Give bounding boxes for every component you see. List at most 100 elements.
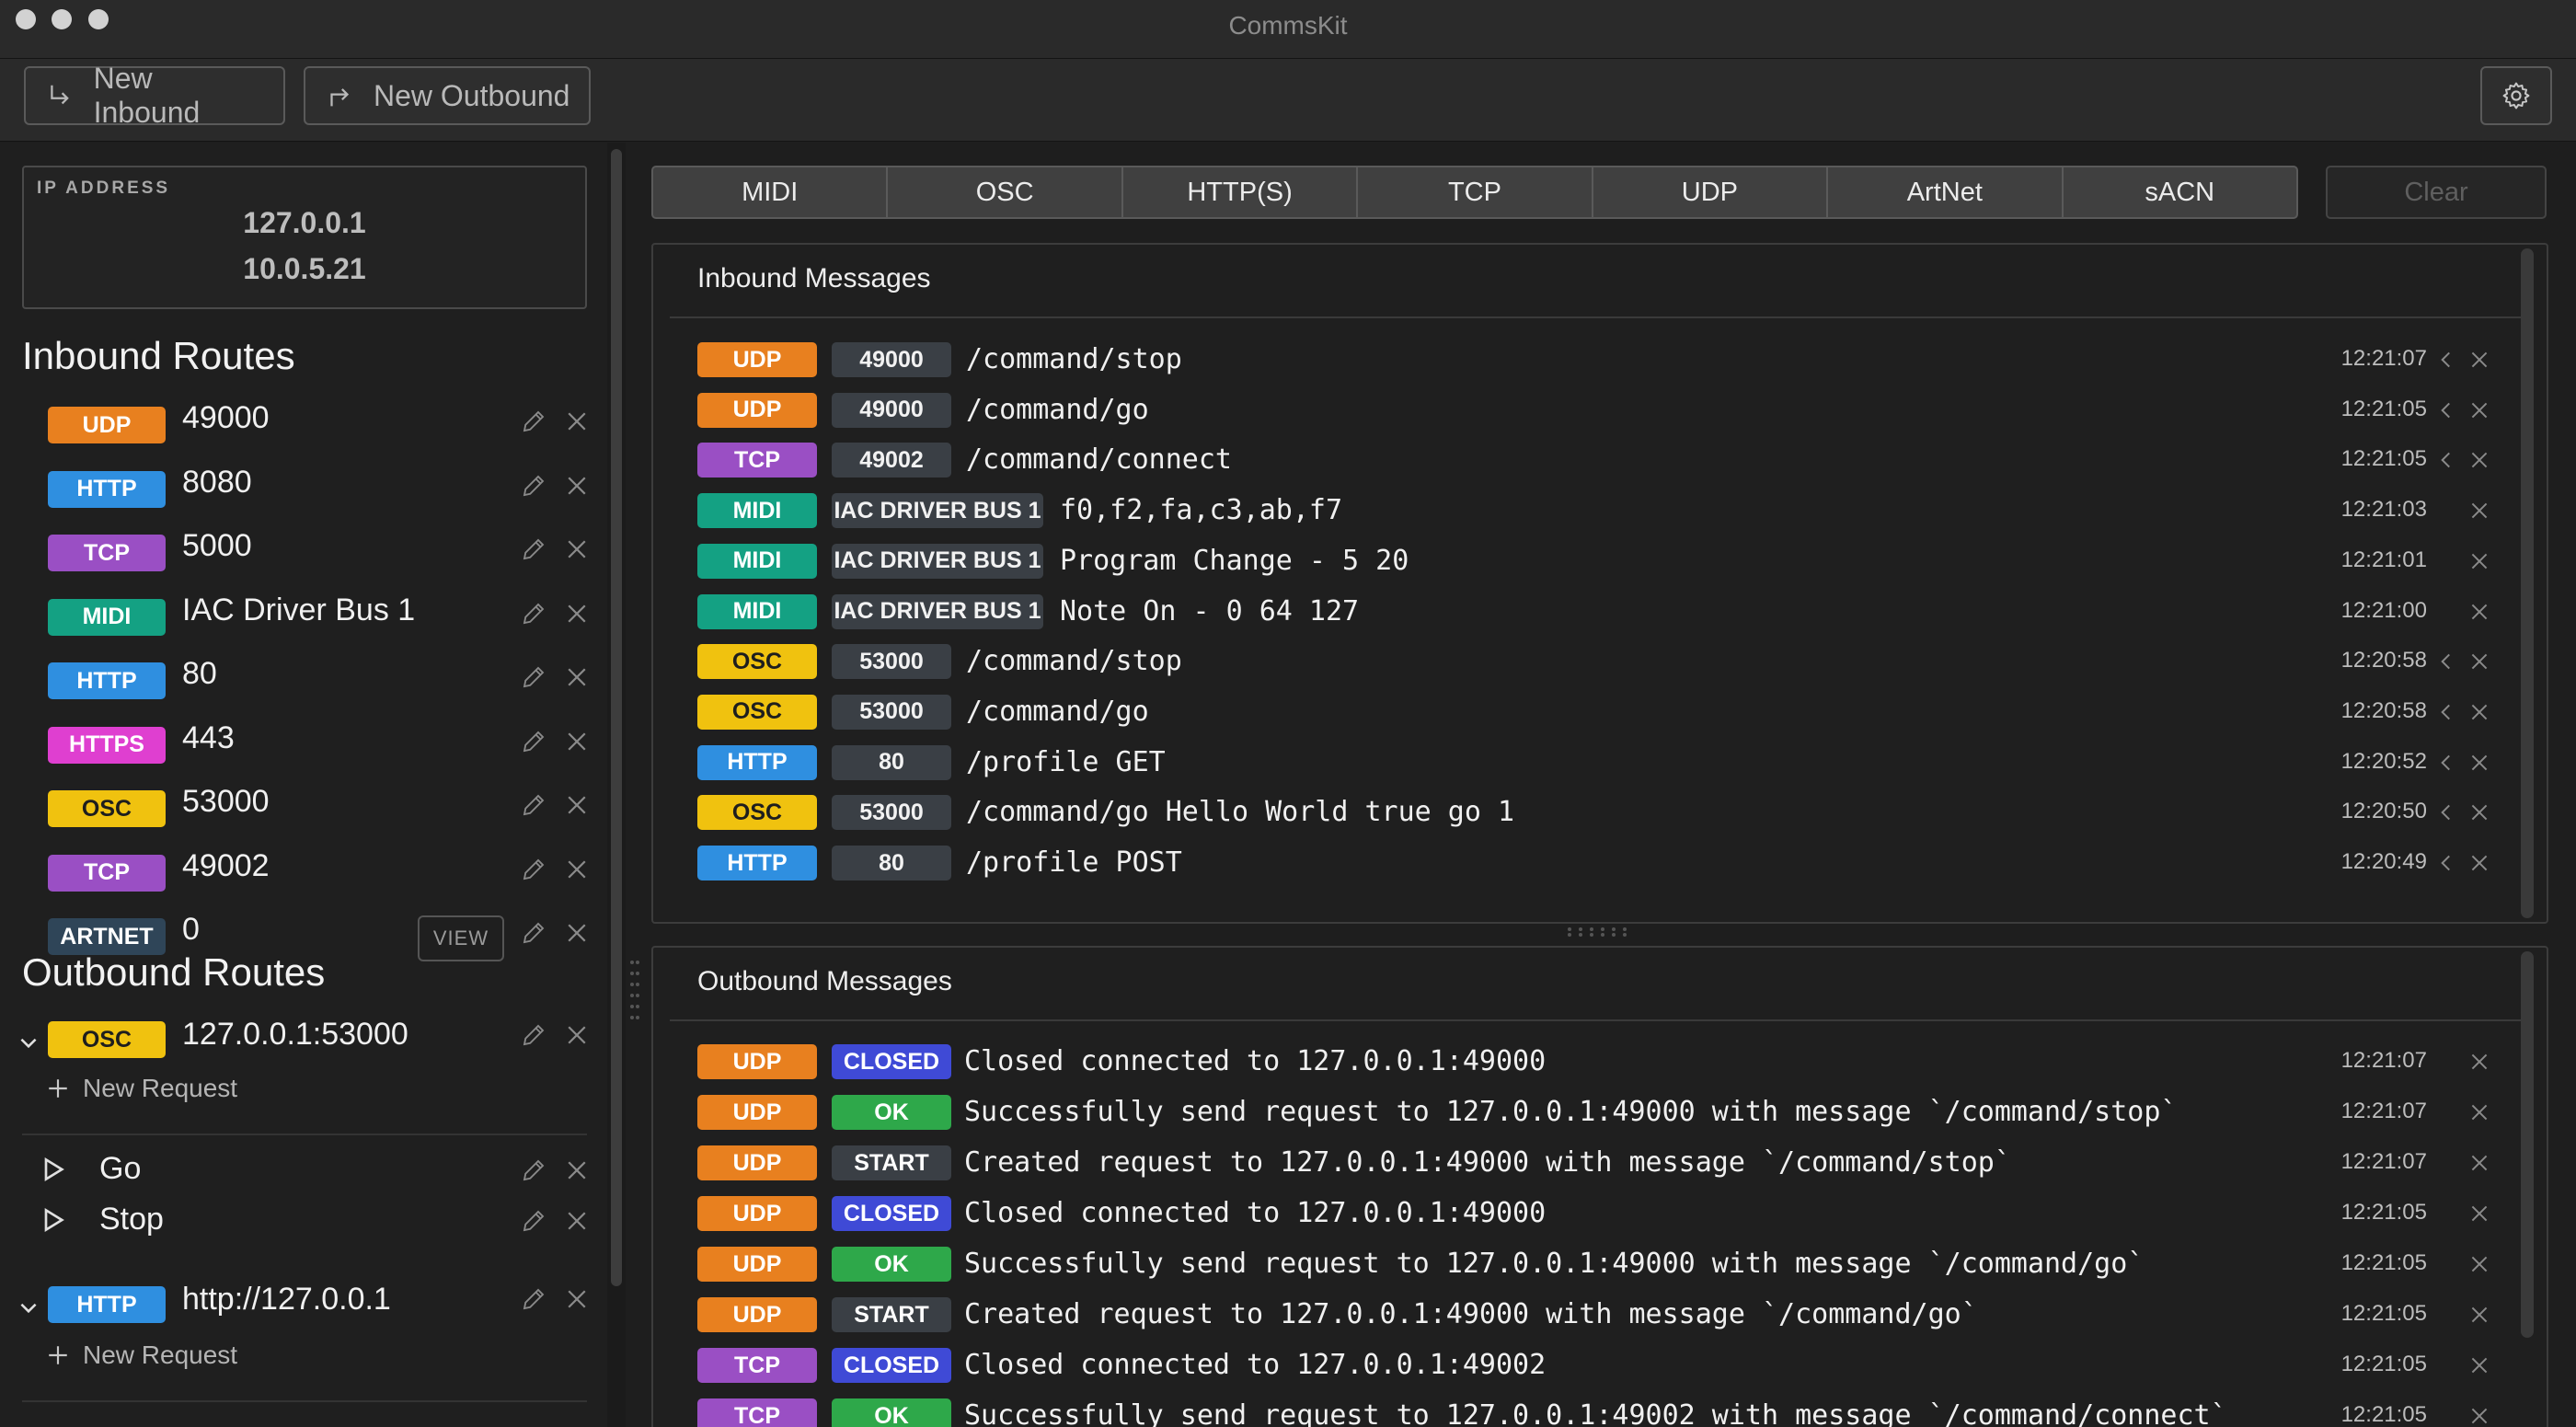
close-icon[interactable] xyxy=(2467,549,2491,573)
close-icon[interactable] xyxy=(2467,348,2491,372)
reply-icon[interactable] xyxy=(2434,800,2458,824)
close-icon[interactable] xyxy=(2467,448,2491,472)
close-icon[interactable] xyxy=(2467,499,2491,523)
list-item[interactable]: UDP CLOSED Closed connected to 127.0.0.1:4… xyxy=(653,1037,2547,1088)
list-item[interactable]: TCP OK Successfully send request to 127.0.… xyxy=(653,1391,2547,1427)
close-icon[interactable] xyxy=(563,919,591,947)
tab-midi[interactable]: MIDI xyxy=(653,167,887,217)
clear-button[interactable]: Clear xyxy=(2326,166,2547,219)
tab-sacn[interactable]: sACN xyxy=(2063,167,2296,217)
tab-tcp[interactable]: TCP xyxy=(1358,167,1592,217)
list-item[interactable]: UDP 49000/command/go 12:21:05 xyxy=(653,386,2547,436)
reply-icon[interactable] xyxy=(2434,700,2458,724)
reply-icon[interactable] xyxy=(2434,751,2458,775)
sidebar-resize-handle[interactable] xyxy=(629,957,640,1030)
edit-icon[interactable] xyxy=(520,1207,547,1235)
close-icon[interactable] xyxy=(563,600,591,627)
close-icon[interactable] xyxy=(2467,1252,2491,1276)
list-item[interactable]: UDP OK Successfully send request to 127.0.… xyxy=(653,1088,2547,1138)
list-item[interactable]: MIDI IAC DRIVER BUS 1 Program Change - 5 2… xyxy=(653,536,2547,587)
source-badge: IAC DRIVER BUS 1 xyxy=(832,593,1043,629)
close-icon[interactable] xyxy=(2467,398,2491,422)
close-icon[interactable] xyxy=(563,535,591,563)
close-icon[interactable] xyxy=(563,472,591,500)
list-item[interactable]: HTTP 80/profile GET 12:20:52 xyxy=(653,738,2547,788)
close-icon[interactable] xyxy=(563,1021,591,1049)
reply-icon[interactable] xyxy=(2434,398,2458,422)
edit-icon[interactable] xyxy=(520,1021,547,1049)
close-icon[interactable] xyxy=(563,408,591,435)
tab-artnet[interactable]: ArtNet xyxy=(1828,167,2062,217)
route-name: 53000 xyxy=(182,784,270,819)
close-icon[interactable] xyxy=(2467,800,2491,824)
edit-icon[interactable] xyxy=(520,1157,547,1184)
edit-icon[interactable] xyxy=(520,1285,547,1313)
edit-icon[interactable] xyxy=(520,919,547,947)
tab-https[interactable]: HTTP(S) xyxy=(1122,167,1357,217)
close-icon[interactable] xyxy=(2467,1353,2491,1377)
edit-icon[interactable] xyxy=(520,728,547,755)
close-icon[interactable] xyxy=(2467,851,2491,875)
close-icon[interactable] xyxy=(563,728,591,755)
message-time: 12:21:05 xyxy=(2340,446,2427,472)
close-icon[interactable] xyxy=(563,791,591,819)
close-icon[interactable] xyxy=(2467,700,2491,724)
tab-osc[interactable]: OSC xyxy=(888,167,1121,217)
window-title: CommsKit xyxy=(1228,11,1348,40)
edit-icon[interactable] xyxy=(520,535,547,563)
reply-icon[interactable] xyxy=(2434,851,2458,875)
new-request-button[interactable]: New Request xyxy=(46,1074,237,1103)
new-inbound-button[interactable]: New Inbound xyxy=(24,62,285,129)
new-outbound-button[interactable]: New Outbound xyxy=(304,66,591,125)
request-name[interactable]: Go xyxy=(99,1151,141,1187)
list-item[interactable]: OSC 53000/command/go Hello World true go … xyxy=(653,788,2547,838)
list-item[interactable]: MIDI IAC DRIVER BUS 1 f0,f2,fa,c3,ab,f7 12:… xyxy=(653,486,2547,536)
list-item[interactable]: UDP START Created request to 127.0.0.1:490… xyxy=(653,1138,2547,1189)
edit-icon[interactable] xyxy=(520,791,547,819)
close-icon[interactable] xyxy=(563,856,591,883)
list-item[interactable]: UDP OK Successfully send request to 127.0.… xyxy=(653,1239,2547,1290)
play-icon[interactable] xyxy=(39,1205,68,1235)
request-name[interactable]: Stop xyxy=(99,1202,164,1237)
list-item[interactable]: UDP 49000/command/stop 12:21:07 xyxy=(653,335,2547,386)
new-request-button[interactable]: New Request xyxy=(46,1341,237,1370)
close-icon[interactable] xyxy=(2467,650,2491,673)
list-item[interactable]: TCP 49002/command/connect 12:21:05 xyxy=(653,435,2547,486)
edit-icon[interactable] xyxy=(520,600,547,627)
list-item[interactable]: OSC 53000/command/stop 12:20:58 xyxy=(653,637,2547,687)
list-item[interactable]: MIDI IAC DRIVER BUS 1 Note On - 0 64 127 12… xyxy=(653,587,2547,638)
view-button[interactable]: VIEW xyxy=(418,915,504,961)
settings-button[interactable] xyxy=(2480,66,2552,125)
edit-icon[interactable] xyxy=(520,472,547,500)
list-item[interactable]: TCP CLOSED Closed connected to 127.0.0.1:4… xyxy=(653,1341,2547,1391)
list-item[interactable]: UDP START Created request to 127.0.0.1:490… xyxy=(653,1290,2547,1341)
edit-icon[interactable] xyxy=(520,408,547,435)
close-icon[interactable] xyxy=(563,1207,591,1235)
close-icon[interactable] xyxy=(563,1285,591,1313)
chevron-down-icon[interactable] xyxy=(17,1295,40,1319)
close-icon[interactable] xyxy=(2467,751,2491,775)
close-icon[interactable] xyxy=(563,1157,591,1184)
edit-icon[interactable] xyxy=(520,856,547,883)
chevron-down-icon[interactable] xyxy=(17,1030,40,1054)
sidebar-scroll-thumb[interactable] xyxy=(611,149,622,1286)
list-item[interactable]: OSC 53000/command/go 12:20:58 xyxy=(653,687,2547,738)
close-icon[interactable] xyxy=(2467,1050,2491,1074)
tab-udp[interactable]: UDP xyxy=(1593,167,1827,217)
close-icon[interactable] xyxy=(2467,600,2491,624)
close-icon[interactable] xyxy=(2467,1202,2491,1226)
close-icon[interactable] xyxy=(2467,1303,2491,1327)
list-item[interactable]: UDP CLOSED Closed connected to 127.0.0.1:4… xyxy=(653,1189,2547,1239)
play-icon[interactable] xyxy=(39,1155,68,1184)
route-name: 8080 xyxy=(182,464,252,500)
reply-icon[interactable] xyxy=(2434,448,2458,472)
reply-icon[interactable] xyxy=(2434,348,2458,372)
close-icon[interactable] xyxy=(563,663,591,691)
edit-icon[interactable] xyxy=(520,663,547,691)
close-icon[interactable] xyxy=(2467,1151,2491,1175)
list-item[interactable]: HTTP 80/profile POST 12:20:49 xyxy=(653,838,2547,889)
reply-icon[interactable] xyxy=(2434,650,2458,673)
close-icon[interactable] xyxy=(2467,1404,2491,1427)
close-icon[interactable] xyxy=(2467,1100,2491,1124)
panel-resize-handle[interactable] xyxy=(1564,926,1638,938)
